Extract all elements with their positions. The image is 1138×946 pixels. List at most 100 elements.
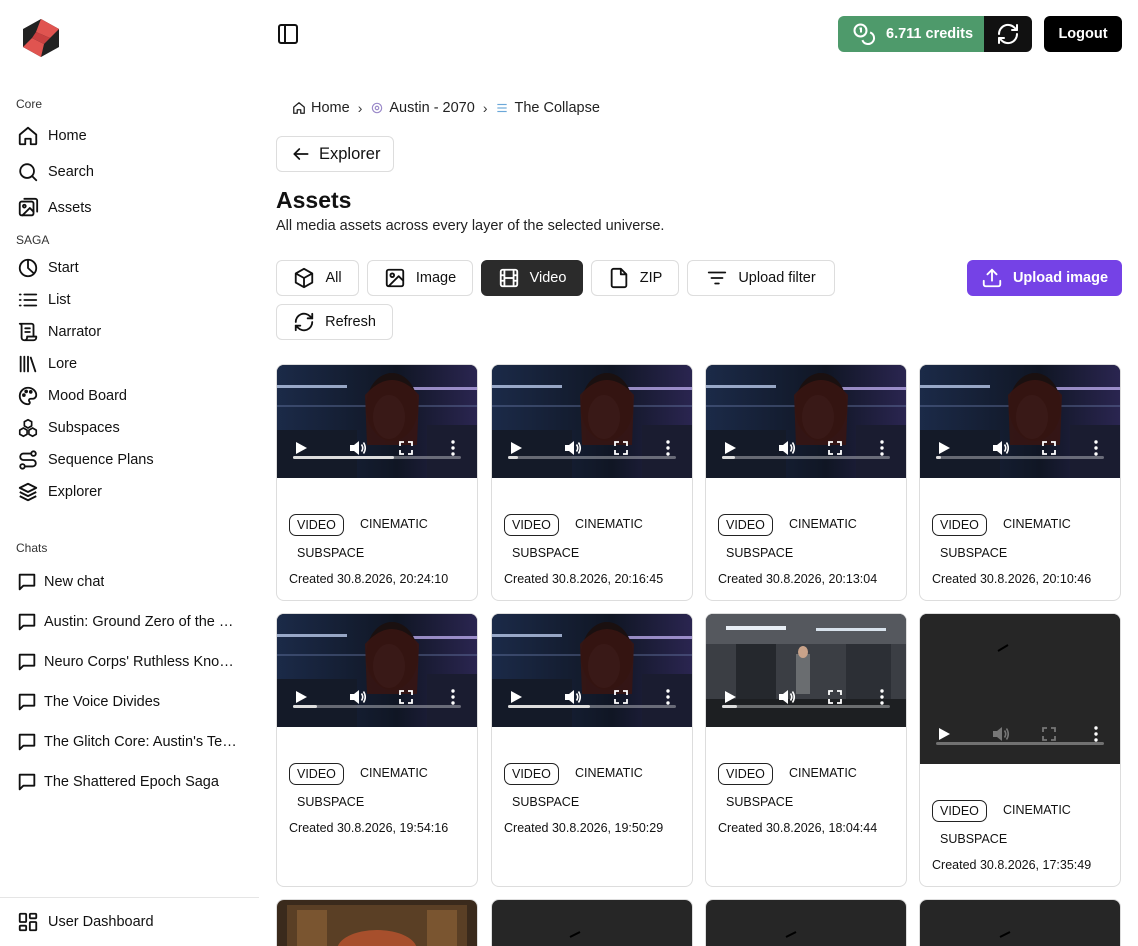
filter-video-button[interactable]: Video [481,260,583,296]
volume-icon[interactable] [564,440,582,456]
video-progress-bar[interactable] [508,456,676,459]
volume-icon[interactable] [992,440,1010,456]
play-icon[interactable] [294,690,308,704]
asset-card[interactable]: VIDEO CINEMATIC SUBSPACE Created 30.8.2026,… [491,613,693,887]
credits-button[interactable]: 6.711 credits [838,16,984,52]
asset-card[interactable] [705,899,907,946]
video-progress-bar[interactable] [293,456,461,459]
upload-filter-button[interactable]: Upload filter [687,260,835,296]
play-icon[interactable] [937,441,951,455]
volume-icon[interactable] [778,689,796,705]
asset-card[interactable]: VIDEO CINEMATIC SUBSPACE Created 30.8.2026,… [276,613,478,887]
volume-icon[interactable] [349,440,367,456]
asset-card[interactable]: VIDEO CINEMATIC SUBSPACE Created 30.8.2026,… [276,364,478,601]
sidebar-item-mood-board[interactable]: Mood Board [16,380,246,412]
sidebar-item-lore[interactable]: Lore [16,348,246,380]
chat-item[interactable]: The Glitch Core: Austin's Terminal Desce… [16,726,246,758]
refresh-button[interactable]: Refresh [276,304,393,340]
fullscreen-icon[interactable] [1042,727,1056,741]
chat-item[interactable]: Austin: Ground Zero of the Neuro Uprisin… [16,606,246,638]
fullscreen-icon[interactable] [614,690,628,704]
video-player[interactable] [706,614,906,727]
sidebar-toggle-button[interactable] [276,22,300,46]
video-player[interactable] [277,365,477,478]
video-player[interactable] [920,365,1120,478]
video-player[interactable] [492,614,692,727]
video-progress-fill [508,456,519,459]
more-options-icon[interactable] [451,440,455,456]
more-options-icon[interactable] [1094,440,1098,456]
fullscreen-icon[interactable] [828,441,842,455]
filter-zip-button[interactable]: ZIP [591,260,679,296]
app-logo[interactable] [20,18,62,58]
filter-image-label: Image [415,270,457,286]
chat-item[interactable]: The Voice Divides [16,686,246,718]
play-icon[interactable] [937,727,951,741]
asset-card[interactable] [491,899,693,946]
fullscreen-icon[interactable] [399,441,413,455]
breadcrumb-universe[interactable]: Austin - 2070 [370,100,475,116]
library-thumbnail [277,900,477,946]
play-icon[interactable] [509,690,523,704]
chat-item[interactable]: The Shattered Epoch Saga [16,766,246,798]
video-player[interactable] [920,614,1120,764]
asset-card[interactable]: VIDEO CINEMATIC SUBSPACE Created 30.8.2026,… [491,364,693,601]
category-tag: CINEMATIC [575,766,643,780]
refresh-credits-button[interactable] [984,16,1032,52]
fullscreen-icon[interactable] [828,690,842,704]
video-progress-bar[interactable] [722,705,890,708]
volume-icon[interactable] [349,689,367,705]
volume-icon[interactable] [992,726,1010,742]
asset-card[interactable] [276,899,478,946]
fullscreen-icon[interactable] [1042,441,1056,455]
sidebar-item-assets[interactable]: Assets [16,192,246,224]
asset-card[interactable]: VIDEO CINEMATIC SUBSPACE Created 30.8.2026,… [919,613,1121,887]
video-player[interactable] [706,365,906,478]
asset-card[interactable] [919,899,1121,946]
sidebar-item-user-dashboard[interactable]: User Dashboard [16,906,246,938]
more-options-icon[interactable] [666,689,670,705]
video-progress-bar[interactable] [936,742,1104,745]
filter-image-button[interactable]: Image [367,260,473,296]
chat-item[interactable]: New chat [16,566,246,598]
filter-all-button[interactable]: All [276,260,359,296]
video-progress-bar[interactable] [508,705,676,708]
more-options-icon[interactable] [666,440,670,456]
back-to-explorer-button[interactable]: Explorer [276,136,394,172]
breadcrumb-layer[interactable]: The Collapse [495,100,600,116]
play-icon[interactable] [723,690,737,704]
more-options-icon[interactable] [451,689,455,705]
more-options-icon[interactable] [1094,726,1098,742]
upload-image-button[interactable]: Upload image [967,260,1122,296]
asset-card[interactable]: VIDEO CINEMATIC SUBSPACE Created 30.8.2026,… [705,613,907,887]
sidebar-item-narrator[interactable]: Narrator [16,316,246,348]
sidebar-item-subspaces[interactable]: Subspaces [16,412,246,444]
volume-icon[interactable] [778,440,796,456]
breadcrumb-home[interactable]: Home [292,100,350,116]
sidebar-item-start[interactable]: Start [16,252,246,284]
sidebar-item-explorer[interactable]: Explorer [16,476,246,508]
sidebar-item-home[interactable]: Home [16,120,246,152]
video-player[interactable] [277,614,477,727]
video-progress-bar[interactable] [722,456,890,459]
chat-item[interactable]: Neuro Corps' Ruthless Knowledge Purge [16,646,246,678]
fullscreen-icon[interactable] [614,441,628,455]
volume-icon[interactable] [564,689,582,705]
fullscreen-icon[interactable] [399,690,413,704]
sidebar-item-sequence-plans[interactable]: Sequence Plans [16,444,246,476]
asset-card[interactable]: VIDEO CINEMATIC SUBSPACE Created 30.8.2026,… [919,364,1121,601]
play-icon[interactable] [723,441,737,455]
more-options-icon[interactable] [880,440,884,456]
play-icon[interactable] [509,441,523,455]
video-progress-bar[interactable] [936,456,1104,459]
chat-item-label: The Voice Divides [44,694,161,710]
video-progress-bar[interactable] [293,705,461,708]
asset-card[interactable]: VIDEO CINEMATIC SUBSPACE Created 30.8.2026,… [705,364,907,601]
sidebar-item-list[interactable]: List [16,284,246,316]
play-icon[interactable] [294,441,308,455]
video-progress-fill [936,456,942,459]
sidebar-item-search[interactable]: Search [16,156,246,188]
video-player[interactable] [492,365,692,478]
more-options-icon[interactable] [880,689,884,705]
logout-button[interactable]: Logout [1044,16,1122,52]
